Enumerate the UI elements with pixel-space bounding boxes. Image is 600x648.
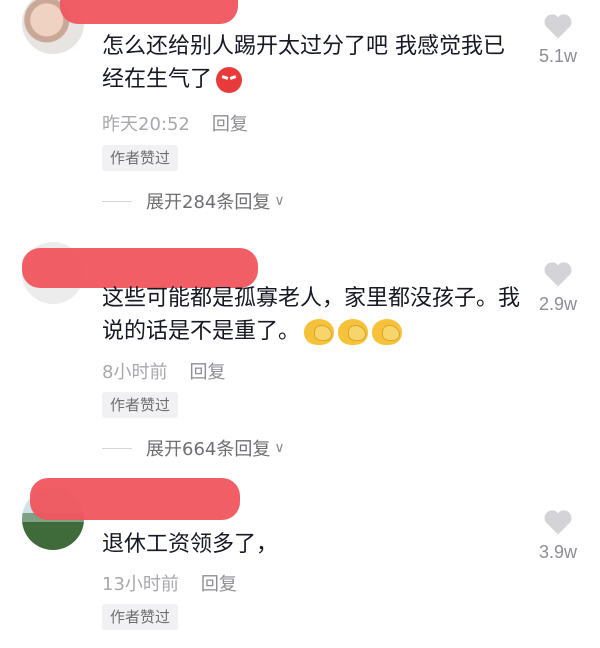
author-liked-badge: 作者赞过 — [102, 145, 179, 171]
comment-item: 这些可能都是孤寡老人，家里都没孩子。我说的话是不是重了。 8小时前 回复 作者赞过… — [0, 240, 600, 465]
comment-time: 13小时前 — [102, 574, 179, 595]
facepalm-icon — [372, 319, 403, 345]
comment-text: 这些可能都是孤寡老人，家里都没孩子。我说的话是不是重了。 — [102, 286, 521, 345]
comment-item: 怎么还给别人踢开太过分了吧 我感觉我已经在生气了 昨天20:52 回复 作者赞过 … — [0, 0, 600, 225]
redaction-mark — [30, 478, 240, 520]
redaction-mark — [60, 0, 238, 24]
angry-face-icon — [216, 67, 243, 93]
heart-icon — [544, 14, 572, 39]
divider — [102, 447, 132, 449]
like-button[interactable]: 2.9w — [530, 260, 586, 315]
expand-replies-label: 展开664条回复 — [146, 439, 271, 460]
expand-replies-button[interactable]: 展开664条回复 ∨ — [102, 435, 285, 461]
expand-replies-label: 展开284条回复 — [146, 192, 271, 213]
comment-text: 怎么还给别人踢开太过分了吧 我感觉我已经在生气了 — [102, 34, 505, 93]
heart-icon — [544, 510, 572, 535]
reply-button[interactable]: 回复 — [201, 574, 237, 595]
reply-button[interactable]: 回复 — [189, 362, 225, 383]
like-count: 2.9w — [538, 294, 578, 314]
author-liked-badge: 作者赞过 — [102, 604, 179, 630]
expand-replies-button[interactable]: 展开284条回复 ∨ — [102, 188, 285, 214]
chevron-down-icon: ∨ — [274, 440, 285, 456]
like-count: 5.1w — [538, 46, 578, 66]
comment-meta: 13小时前 回复 — [102, 570, 237, 596]
like-button[interactable]: 3.9w — [530, 508, 586, 563]
author-liked-badge: 作者赞过 — [102, 392, 179, 418]
facepalm-icon — [304, 319, 335, 345]
heart-icon — [544, 262, 572, 287]
comment-meta: 昨天20:52 回复 — [102, 110, 248, 136]
divider — [102, 200, 132, 202]
like-button[interactable]: 5.1w — [530, 12, 586, 67]
comment-text: 退休工资领多了， — [102, 532, 279, 557]
comment-time: 8小时前 — [102, 362, 168, 383]
chevron-down-icon: ∨ — [274, 193, 285, 209]
comment-meta: 8小时前 回复 — [102, 358, 225, 384]
like-count: 3.9w — [538, 542, 578, 562]
comment-time: 昨天20:52 — [102, 114, 190, 135]
reply-button[interactable]: 回复 — [212, 114, 248, 135]
comment-item: 退休工资领多了， 13小时前 回复 作者赞过 3.9w — [0, 478, 600, 648]
facepalm-icon — [338, 319, 369, 345]
